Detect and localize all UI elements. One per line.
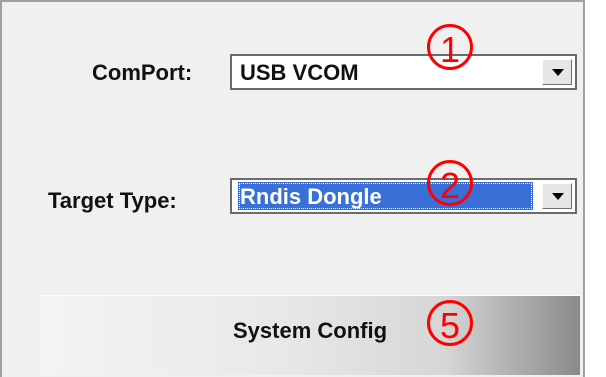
target-type-label: Target Type: (48, 188, 177, 213)
annotation-5: 5 (427, 300, 473, 346)
system-config-button[interactable]: System Config (40, 295, 580, 375)
annotation-2: 2 (427, 160, 473, 206)
system-config-label: System Config (232, 318, 388, 343)
chevron-down-icon[interactable] (542, 183, 572, 209)
target-type-dropdown[interactable]: Rndis Dongle (230, 178, 577, 214)
comport-dropdown[interactable]: USB VCOM (230, 54, 577, 90)
comport-label: ComPort: (92, 60, 193, 85)
config-panel: ComPort: USB VCOM Target Type: Rndis Don… (0, 0, 585, 377)
chevron-down-icon[interactable] (542, 59, 572, 85)
comport-value: USB VCOM (240, 60, 359, 85)
annotation-1: 1 (427, 24, 473, 70)
target-type-value: Rndis Dongle (238, 182, 533, 210)
